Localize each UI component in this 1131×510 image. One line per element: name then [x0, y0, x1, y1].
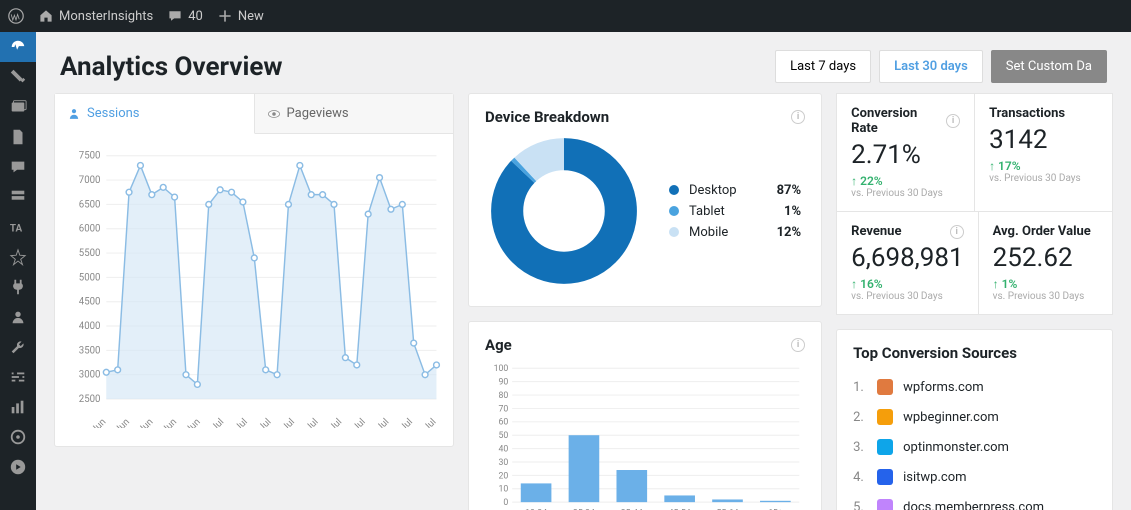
svg-text:6500: 6500	[79, 199, 101, 210]
info-icon[interactable]: i	[946, 114, 960, 128]
svg-text:50: 50	[498, 431, 508, 441]
wp-sidebar: TA	[0, 32, 36, 510]
svg-text:21 Jul: 21 Jul	[412, 417, 438, 428]
sessions-line-chart: 2500 3000 3500 4000 4500 5000 5500 6000 6500 7000…	[63, 148, 445, 428]
range-30-days[interactable]: Last 30 days	[879, 50, 983, 83]
info-icon[interactable]: i	[950, 225, 964, 239]
sidebar-media[interactable]	[0, 92, 36, 122]
svg-text:20: 20	[498, 471, 508, 481]
svg-text:0: 0	[503, 498, 508, 508]
eye-icon	[267, 107, 281, 121]
sidebar-posts[interactable]	[0, 62, 36, 92]
sidebar-dashboard[interactable]	[0, 32, 36, 62]
legend-tablet: Tablet1%	[669, 204, 801, 219]
svg-text:10 Jul: 10 Jul	[294, 417, 320, 428]
svg-text:4 Jul: 4 Jul	[227, 417, 249, 428]
svg-text:60: 60	[498, 418, 508, 428]
source-row[interactable]: 2.wpbeginner.com	[853, 402, 1096, 432]
wp-admin-bar: MonsterInsights 40 New	[0, 0, 1131, 32]
range-7-days[interactable]: Last 7 days	[775, 50, 871, 83]
svg-text:14 Jul: 14 Jul	[342, 417, 368, 428]
legend-mobile: Mobile12%	[669, 225, 801, 240]
svg-text:8 Jul: 8 Jul	[275, 417, 297, 428]
sidebar-seo[interactable]	[0, 422, 36, 452]
svg-text:7000: 7000	[79, 175, 101, 186]
range-custom[interactable]: Set Custom Da	[991, 50, 1107, 83]
svg-text:10: 10	[498, 485, 508, 495]
sidebar-plugins[interactable]	[0, 272, 36, 302]
new-label: New	[238, 9, 264, 24]
svg-text:100: 100	[494, 364, 509, 374]
top-conversion-sources-card: Top Conversion Sources 1.wpforms.com2.wp…	[836, 329, 1113, 510]
device-breakdown-card: Device Breakdowni Desktop87%Tablet1%Mobi…	[468, 93, 822, 307]
sidebar-users[interactable]	[0, 302, 36, 332]
svg-text:4500: 4500	[79, 297, 101, 308]
age-bar-chart: 010203040506070809010018-2425-3435-4445-…	[485, 362, 805, 510]
svg-text:80: 80	[498, 391, 508, 401]
svg-text:3500: 3500	[79, 345, 101, 356]
svg-text:6000: 6000	[79, 224, 101, 235]
stat-revenue: Revenuei 6,698,981 16% vs. Previous 30 D…	[836, 212, 978, 315]
sidebar-video[interactable]	[0, 452, 36, 482]
comments-count: 40	[188, 9, 203, 24]
new-content[interactable]: New	[217, 8, 264, 24]
svg-text:5000: 5000	[79, 272, 101, 283]
svg-text:7500: 7500	[79, 151, 101, 162]
sidebar-tools[interactable]	[0, 332, 36, 362]
site-home[interactable]: MonsterInsights	[38, 8, 153, 24]
svg-text:2 Jul: 2 Jul	[204, 417, 226, 428]
svg-text:18 Jul: 18 Jul	[389, 417, 415, 428]
svg-text:5500: 5500	[79, 248, 101, 259]
device-legend: Desktop87% Tablet1% Mobile12%	[669, 177, 801, 246]
source-row[interactable]: 3.optinmonster.com	[853, 432, 1096, 462]
tab-pageviews[interactable]: Pageviews	[255, 94, 454, 134]
sidebar-ta[interactable]: TA	[0, 212, 36, 242]
page-header: Analytics Overview Last 7 days Last 30 d…	[36, 32, 1131, 93]
comments-link[interactable]: 40	[167, 8, 203, 24]
info-icon[interactable]: i	[791, 110, 805, 124]
svg-text:22 Jun: 22 Jun	[80, 417, 108, 428]
sidebar-settings[interactable]	[0, 362, 36, 392]
device-donut-chart	[489, 136, 639, 286]
svg-text:24 Jun: 24 Jun	[104, 417, 132, 428]
svg-text:40: 40	[498, 445, 508, 455]
svg-text:30 Jun: 30 Jun	[174, 417, 202, 428]
user-icon	[67, 107, 81, 121]
stat-aov: Avg. Order Value 252.62 1% vs. Previous …	[978, 212, 1113, 315]
svg-text:90: 90	[498, 378, 508, 388]
source-row[interactable]: 5.docs.memberpress.com	[853, 492, 1096, 510]
stat-conversion: Conversion Ratei 2.71% 22% vs. Previous …	[836, 93, 974, 212]
sessions-card: Sessions Pageviews 2500 3000 3500 4000 4500 5…	[54, 93, 454, 447]
svg-text:26 Jun: 26 Jun	[127, 417, 155, 428]
page-title: Analytics Overview	[60, 52, 282, 82]
wp-logo[interactable]	[8, 8, 24, 24]
svg-text:2500: 2500	[79, 394, 101, 405]
sidebar-pages[interactable]	[0, 122, 36, 152]
svg-text:16 Jul: 16 Jul	[365, 417, 391, 428]
age-card: Agei 010203040506070809010018-2425-3435-…	[468, 321, 822, 510]
svg-text:3000: 3000	[79, 370, 101, 381]
sidebar-comments[interactable]	[0, 152, 36, 182]
stats-grid: Conversion Ratei 2.71% 22% vs. Previous …	[836, 93, 1113, 315]
info-icon[interactable]: i	[791, 338, 805, 352]
tab-sessions[interactable]: Sessions	[55, 94, 255, 134]
sidebar-appearance[interactable]	[0, 242, 36, 272]
svg-text:TA: TA	[10, 224, 23, 235]
source-row[interactable]: 4.isitwp.com	[853, 462, 1096, 492]
source-row[interactable]: 1.wpforms.com	[853, 372, 1096, 402]
site-name: MonsterInsights	[59, 9, 153, 24]
sidebar-forms[interactable]	[0, 182, 36, 212]
date-range-picker: Last 7 days Last 30 days Set Custom Da	[775, 50, 1107, 83]
svg-text:12 Jul: 12 Jul	[318, 417, 344, 428]
svg-text:4000: 4000	[79, 321, 101, 332]
svg-text:70: 70	[498, 404, 508, 414]
sidebar-analytics[interactable]	[0, 392, 36, 422]
legend-desktop: Desktop87%	[669, 183, 801, 198]
stat-transactions: Transactions 3142 17% vs. Previous 30 Da…	[974, 93, 1113, 212]
svg-text:28 Jun: 28 Jun	[151, 417, 179, 428]
svg-text:6 Jul: 6 Jul	[251, 417, 273, 428]
svg-text:30: 30	[498, 458, 508, 468]
